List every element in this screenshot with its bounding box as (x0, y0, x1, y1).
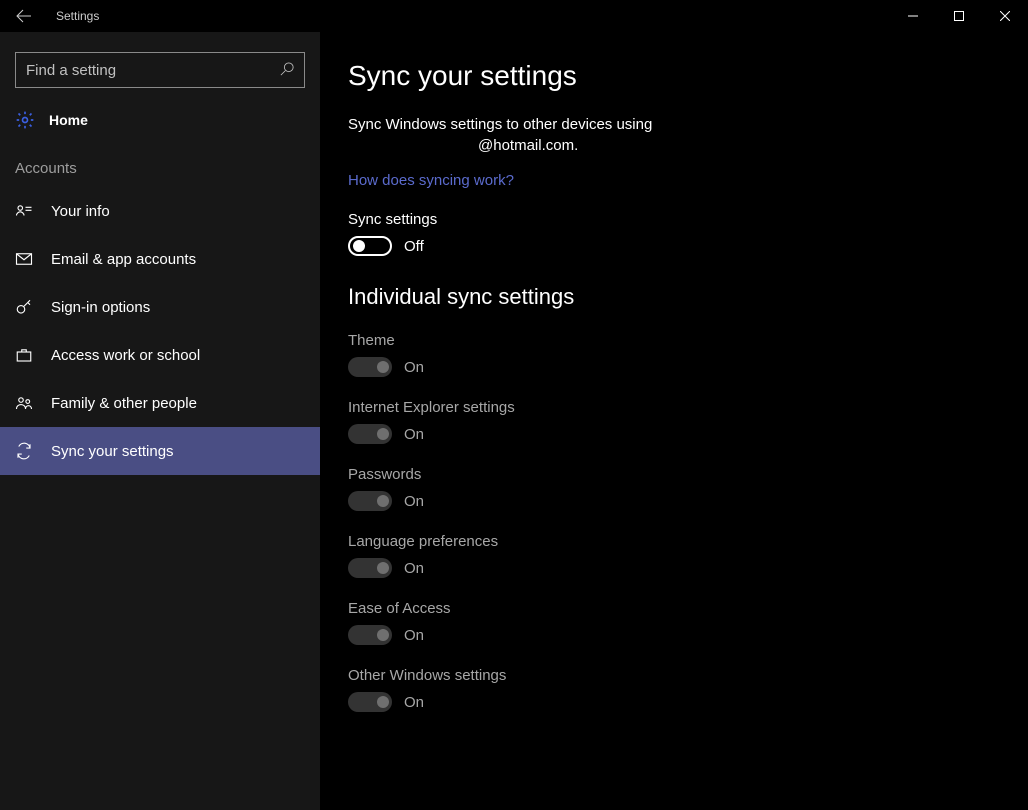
sidebar-item-your-info[interactable]: Your info (0, 187, 320, 235)
sidebar-item-label: Your info (51, 203, 110, 220)
search-input[interactable]: Find a setting (15, 52, 305, 88)
passwords-toggle-state: On (404, 493, 424, 510)
sync-icon (15, 442, 33, 460)
sync-settings-label: Sync settings (348, 211, 1028, 228)
sync-settings-toggle[interactable] (348, 236, 392, 256)
search-placeholder: Find a setting (26, 62, 280, 79)
briefcase-icon (15, 346, 33, 364)
individual-sync-header: Individual sync settings (348, 284, 1028, 310)
ie-toggle (348, 424, 392, 444)
people-icon (15, 394, 33, 412)
individual-label: Theme (348, 332, 1028, 349)
back-button[interactable] (0, 0, 48, 32)
ie-toggle-state: On (404, 426, 424, 443)
individual-label: Language preferences (348, 533, 1028, 550)
sidebar-item-signin-options[interactable]: Sign-in options (0, 283, 320, 331)
sidebar-home[interactable]: Home (0, 98, 320, 142)
individual-setting-language: Language preferences On (348, 533, 1028, 578)
sidebar-item-email-accounts[interactable]: Email & app accounts (0, 235, 320, 283)
sidebar-home-label: Home (49, 112, 88, 128)
individual-label: Other Windows settings (348, 667, 1028, 684)
sidebar-item-label: Sign-in options (51, 299, 150, 316)
other-windows-toggle (348, 692, 392, 712)
individual-setting-passwords: Passwords On (348, 466, 1028, 511)
maximize-button[interactable] (936, 0, 982, 32)
minimize-button[interactable] (890, 0, 936, 32)
individual-setting-ie: Internet Explorer settings On (348, 399, 1028, 444)
sync-settings-state: Off (404, 238, 424, 255)
sidebar-item-family[interactable]: Family & other people (0, 379, 320, 427)
sidebar-section-label: Accounts (0, 142, 320, 187)
content-pane: Sync your settings Sync Windows settings… (320, 32, 1028, 810)
other-windows-toggle-state: On (404, 694, 424, 711)
key-icon (15, 298, 33, 316)
search-icon (280, 62, 294, 79)
individual-label: Internet Explorer settings (348, 399, 1028, 416)
gear-icon (15, 110, 35, 130)
individual-setting-other: Other Windows settings On (348, 667, 1028, 712)
window-title: Settings (48, 9, 99, 23)
ease-of-access-toggle-state: On (404, 627, 424, 644)
individual-label: Ease of Access (348, 600, 1028, 617)
page-title: Sync your settings (348, 60, 1028, 92)
sidebar-item-label: Family & other people (51, 395, 197, 412)
how-syncing-works-link[interactable]: How does syncing work? (348, 172, 514, 189)
language-toggle-state: On (404, 560, 424, 577)
language-toggle (348, 558, 392, 578)
sync-description-line2: @hotmail.com. (478, 137, 1028, 154)
close-button[interactable] (982, 0, 1028, 32)
sidebar: Find a setting Home Accounts (0, 32, 320, 810)
theme-toggle-state: On (404, 359, 424, 376)
individual-label: Passwords (348, 466, 1028, 483)
individual-setting-theme: Theme On (348, 332, 1028, 377)
person-card-icon (15, 202, 33, 220)
passwords-toggle (348, 491, 392, 511)
sidebar-item-label: Email & app accounts (51, 251, 196, 268)
sidebar-item-label: Access work or school (51, 347, 200, 364)
ease-of-access-toggle (348, 625, 392, 645)
individual-setting-ease-of-access: Ease of Access On (348, 600, 1028, 645)
theme-toggle (348, 357, 392, 377)
mail-icon (15, 250, 33, 268)
sidebar-item-label: Sync your settings (51, 443, 174, 460)
sidebar-item-access-work[interactable]: Access work or school (0, 331, 320, 379)
titlebar: Settings (0, 0, 1028, 32)
sidebar-item-sync-settings[interactable]: Sync your settings (0, 427, 320, 475)
sync-description-line1: Sync Windows settings to other devices u… (348, 114, 1028, 135)
